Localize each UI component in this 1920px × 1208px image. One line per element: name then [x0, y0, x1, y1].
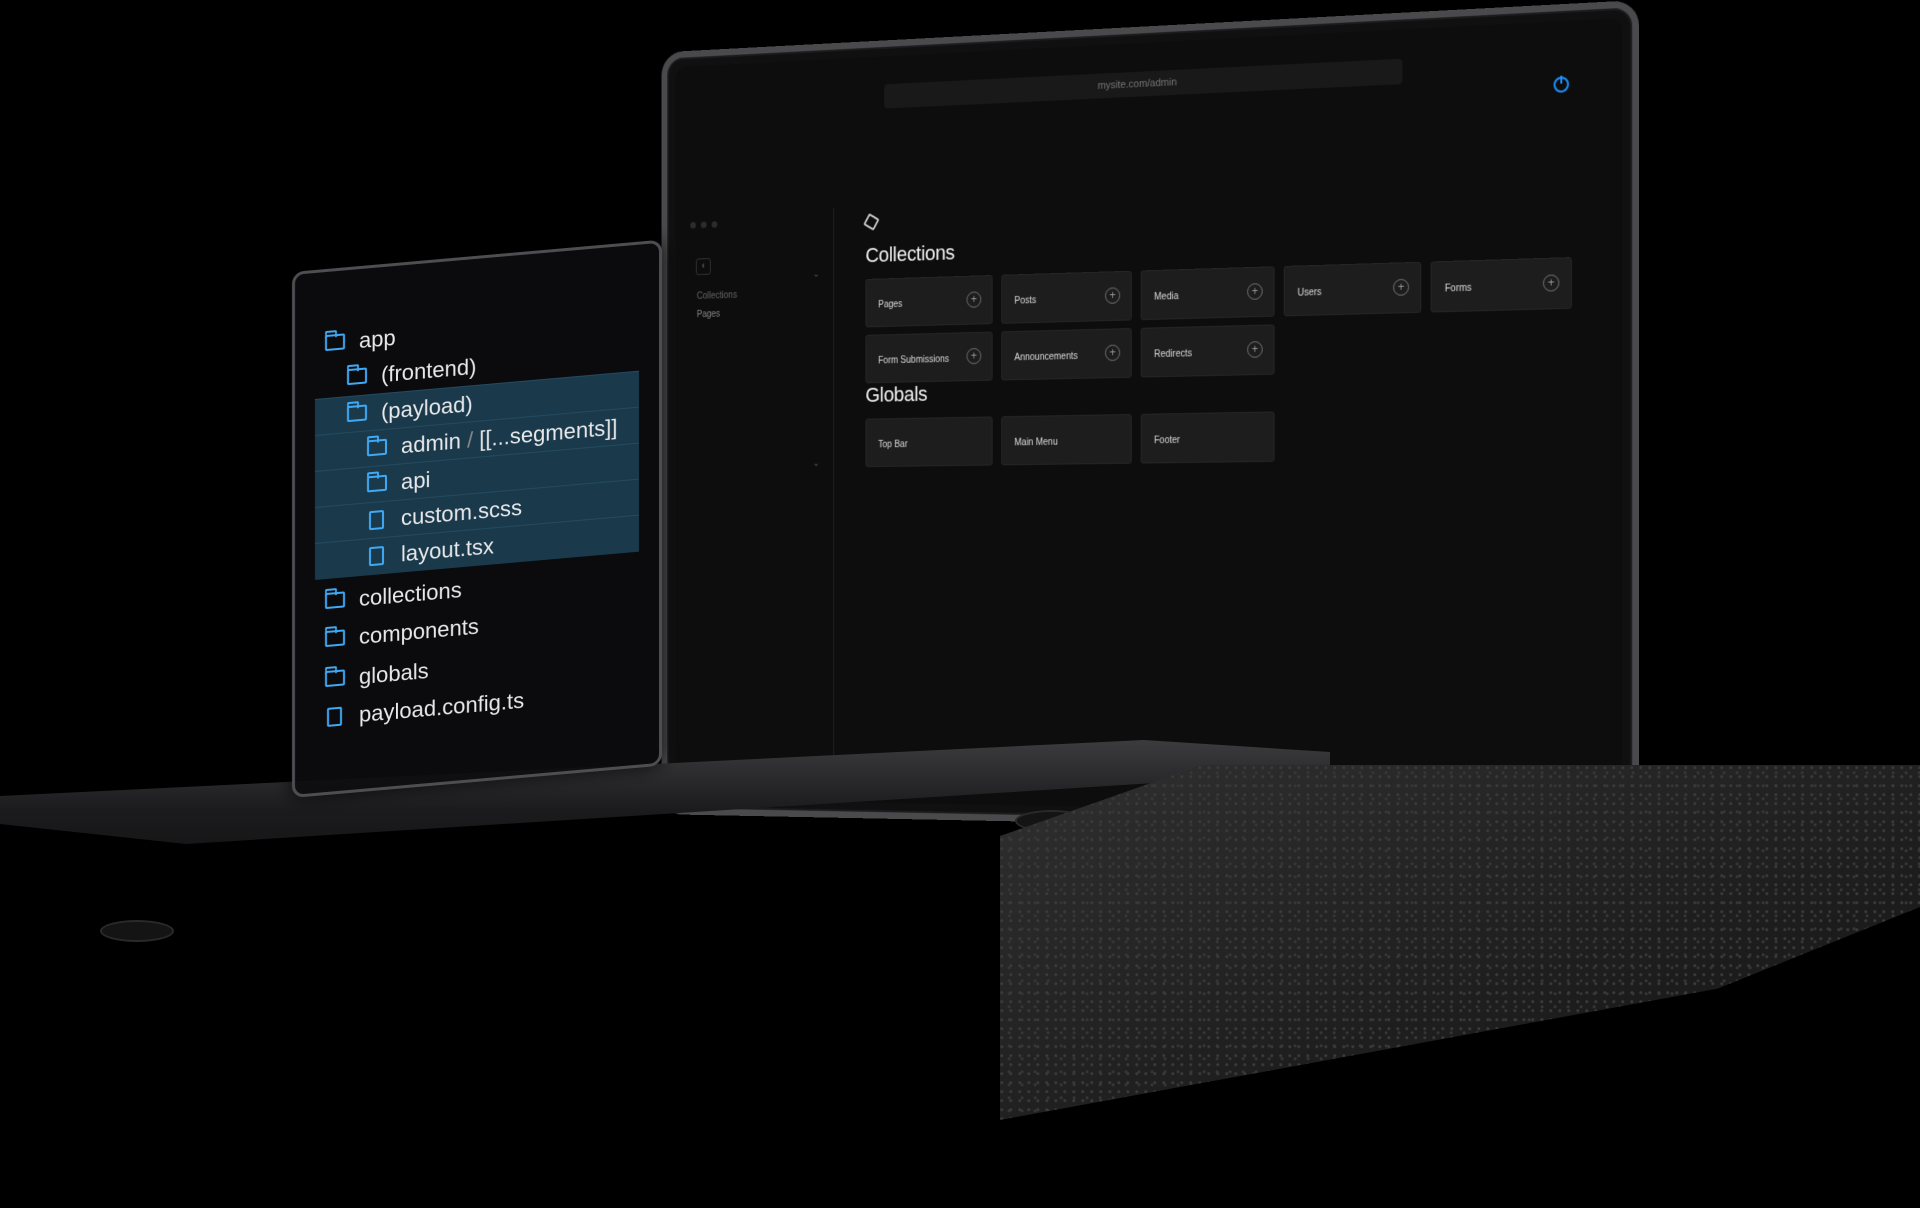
- tree-label: collections: [359, 572, 462, 617]
- collection-card-redirects[interactable]: Redirects +: [1141, 324, 1275, 377]
- file-tree-panel: app (frontend) (payload) admin / [[...se…: [292, 240, 662, 798]
- chevron-down-icon[interactable]: ⌄: [813, 458, 820, 468]
- file-icon: [369, 546, 384, 566]
- globals-heading: Globals: [865, 382, 927, 408]
- card-label: Top Bar: [878, 439, 907, 450]
- plus-icon[interactable]: +: [967, 291, 982, 307]
- chevron-down-icon[interactable]: ⌄: [813, 269, 820, 279]
- tree-label: layout.tsx: [401, 528, 494, 572]
- sidebar-group-collections[interactable]: Collections: [697, 290, 737, 301]
- collection-card-forms[interactable]: Forms +: [1431, 257, 1572, 312]
- card-label: Pages: [878, 299, 902, 310]
- plus-icon[interactable]: +: [1105, 345, 1120, 362]
- card-label: Main Menu: [1014, 437, 1057, 448]
- file-icon: [369, 510, 384, 530]
- folder-icon: [325, 669, 345, 687]
- plus-icon[interactable]: +: [1393, 279, 1409, 296]
- folder-icon: [347, 367, 367, 385]
- concrete-block: [1000, 765, 1920, 1120]
- collections-heading: Collections: [865, 241, 954, 268]
- tree-label-admin: admin: [401, 428, 461, 458]
- card-label: Announcements: [1014, 351, 1077, 363]
- sidebar: ‹ ⌄ Collections Pages ⌄: [675, 208, 834, 802]
- tree-label: components: [359, 609, 479, 655]
- card-label: Footer: [1154, 435, 1180, 446]
- plus-icon[interactable]: +: [1247, 341, 1263, 358]
- collection-card-pages[interactable]: Pages +: [865, 275, 992, 327]
- plus-icon[interactable]: +: [967, 348, 982, 364]
- card-label: Users: [1298, 287, 1322, 298]
- tree-label: globals: [359, 653, 429, 695]
- card-label: Posts: [1014, 295, 1036, 306]
- payload-logo-icon: [863, 213, 879, 231]
- collection-card-posts[interactable]: Posts +: [1001, 271, 1131, 324]
- global-card-footer[interactable]: Footer: [1141, 411, 1275, 463]
- folder-icon: [367, 475, 387, 493]
- plus-icon[interactable]: +: [1105, 287, 1120, 304]
- plus-icon[interactable]: +: [1543, 274, 1559, 291]
- collection-card-form-submissions[interactable]: Form Submissions +: [865, 332, 992, 384]
- path-separator: /: [467, 427, 473, 453]
- folder-open-icon: [347, 404, 367, 422]
- address-bar[interactable]: mysite.com/admin: [884, 59, 1402, 109]
- global-card-main-menu[interactable]: Main Menu: [1001, 414, 1131, 465]
- folder-icon: [367, 439, 387, 457]
- laptop-foot: [100, 920, 174, 942]
- collection-card-users[interactable]: Users +: [1284, 262, 1422, 317]
- laptop-screen: mysite.com/admin ‹ ⌄ Collections Pages ⌄…: [662, 0, 1639, 834]
- card-label: Form Submissions: [878, 354, 949, 366]
- card-label: Redirects: [1154, 349, 1192, 360]
- folder-icon: [325, 591, 345, 609]
- card-label: Media: [1154, 291, 1178, 302]
- folder-open-icon: [325, 333, 345, 351]
- sidebar-item-pages[interactable]: Pages: [697, 309, 720, 320]
- global-card-top-bar[interactable]: Top Bar: [865, 416, 992, 467]
- tree-label: app: [359, 320, 396, 359]
- dashboard: Collections Pages + Posts + Media + User…: [842, 178, 1623, 817]
- admin-window: mysite.com/admin ‹ ⌄ Collections Pages ⌄…: [675, 18, 1622, 817]
- plus-icon[interactable]: +: [1247, 283, 1263, 300]
- tree-label: api: [401, 462, 430, 501]
- file-icon: [327, 707, 342, 727]
- collection-card-announcements[interactable]: Announcements +: [1001, 328, 1131, 380]
- collection-card-media[interactable]: Media +: [1141, 266, 1275, 320]
- back-button[interactable]: ‹: [696, 258, 711, 275]
- card-label: Forms: [1445, 283, 1472, 295]
- folder-icon: [325, 629, 345, 647]
- power-icon[interactable]: [1554, 76, 1569, 93]
